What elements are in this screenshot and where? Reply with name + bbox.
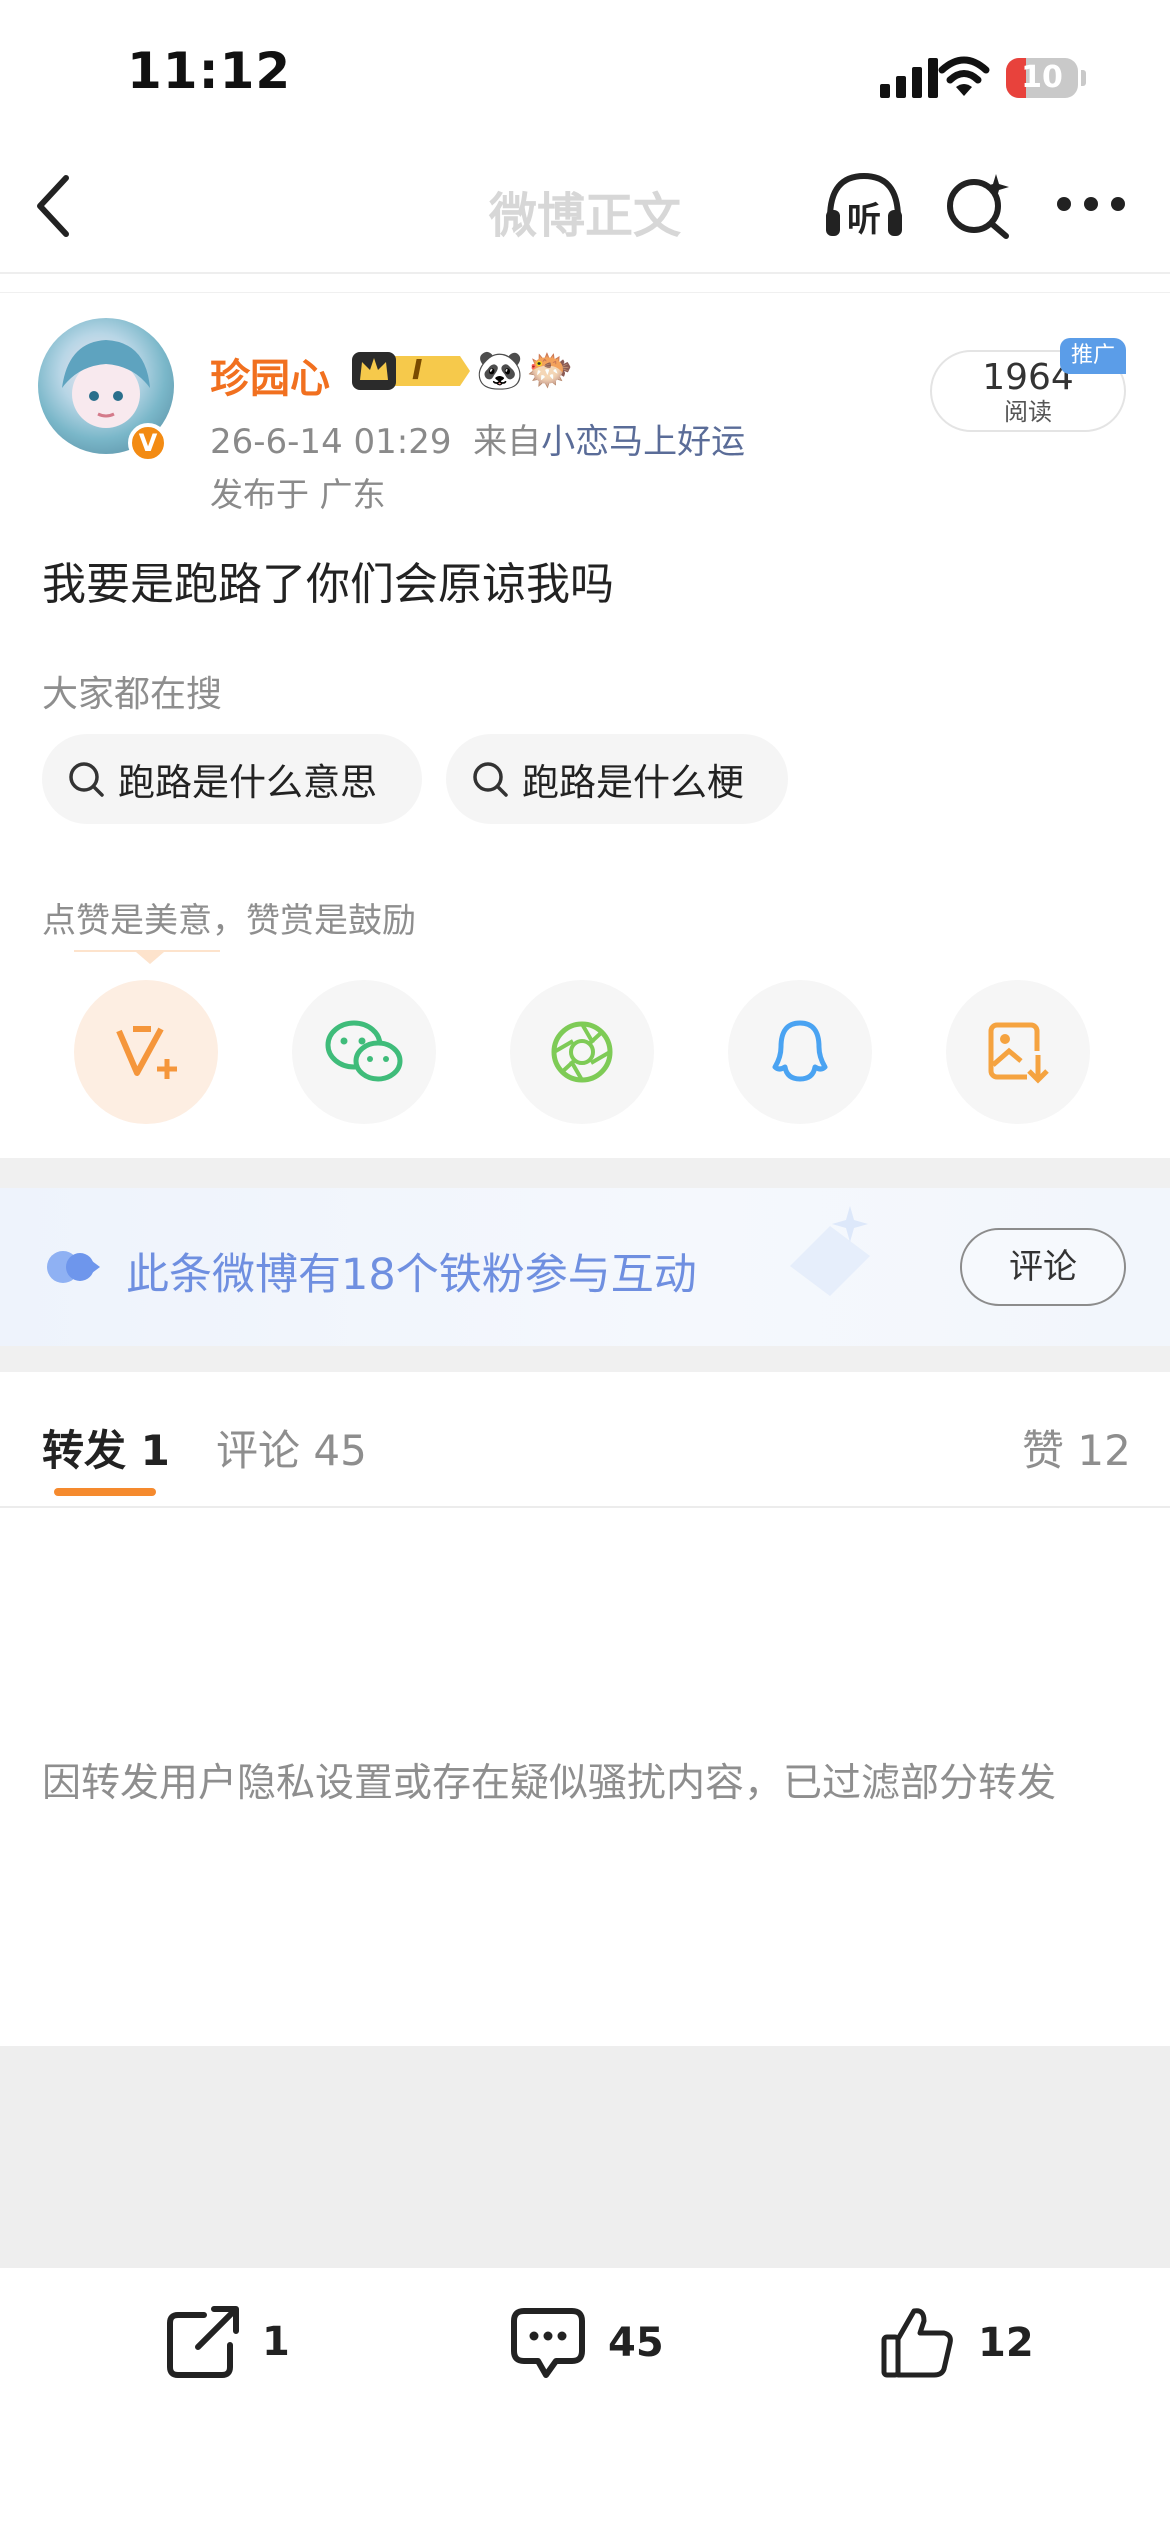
search-icon	[69, 762, 104, 797]
share-qq-button[interactable]	[728, 980, 872, 1124]
tab-like[interactable]: 赞 12	[1022, 1417, 1131, 1478]
share-wechat-button[interactable]	[292, 980, 436, 1124]
section-gap	[0, 1158, 1170, 1188]
source-prefix: 来自	[473, 422, 542, 462]
repost-count: 1	[262, 2319, 290, 2365]
wechat-icon	[325, 1020, 403, 1082]
listen-button[interactable]: 听	[822, 170, 906, 240]
hot-search-chip[interactable]: 跑路是什么梗	[446, 734, 788, 824]
repost-icon	[167, 2306, 239, 2378]
battery-indicator: 10	[1006, 58, 1078, 98]
v-plus-icon	[116, 1026, 177, 1079]
filtered-repost-note: 因转发用户隐私设置或存在疑似骚扰内容，已过滤部分转发	[42, 1761, 1057, 1806]
nav-divider-secondary	[0, 292, 1170, 293]
fans-banner-text: 此条微博有18个铁粉参与互动	[126, 1250, 697, 1300]
active-tab-indicator	[54, 1488, 156, 1496]
status-time: 11:12	[127, 42, 292, 100]
vip-badge[interactable]: I	[352, 350, 470, 392]
tab-repost[interactable]: 转发 1	[42, 1417, 170, 1478]
hot-search-label: 大家都在搜	[42, 674, 223, 715]
hot-search-chip-label: 跑路是什么意思	[118, 761, 377, 804]
panda-icon: 🐼	[476, 348, 524, 392]
hot-search-chip-label: 跑路是什么梗	[522, 761, 744, 804]
author-name[interactable]: 珍园心	[210, 346, 330, 404]
battery-nub	[1081, 70, 1086, 86]
signal-icon	[880, 58, 938, 98]
vip-level: I	[412, 353, 423, 386]
banner-decoration	[790, 1206, 870, 1296]
fans-comment-button[interactable]: 评论	[960, 1228, 1126, 1306]
post-content: 我要是跑路了你们会原谅我吗	[42, 559, 614, 610]
verified-badge: V	[128, 423, 168, 463]
post-source[interactable]: 小恋马上好运	[541, 422, 745, 462]
search-spark-icon[interactable]	[944, 170, 1014, 240]
reward-label: 点赞是美意，赞赏是鼓励	[42, 901, 416, 941]
tab-comment[interactable]: 评论 45	[216, 1417, 367, 1478]
crown-vip-icon	[352, 352, 470, 390]
save-image-button[interactable]	[946, 980, 1090, 1124]
reward-pointer	[136, 952, 164, 964]
search-icon	[473, 762, 508, 797]
fans-icon	[47, 1251, 100, 1283]
tab-divider	[0, 1506, 1170, 1508]
repost-button[interactable]: 1	[164, 2305, 290, 2379]
nav-divider	[0, 272, 1170, 274]
reward-button[interactable]	[74, 980, 218, 1124]
section-gap	[0, 1346, 1170, 1372]
moments-aperture-icon	[551, 1021, 613, 1083]
post-location: 发布于 广东	[210, 475, 386, 514]
more-icon[interactable]	[1056, 194, 1126, 214]
battery-level: 10	[1021, 60, 1063, 95]
image-download-icon	[988, 1022, 1049, 1084]
hot-search-chip[interactable]: 跑路是什么意思	[42, 734, 422, 824]
like-button[interactable]: 12	[880, 2305, 1034, 2381]
promo-tag: 推广	[1060, 338, 1126, 374]
comment-icon	[511, 2308, 585, 2378]
share-moments-button[interactable]	[510, 980, 654, 1124]
post-time: 26-6-14 01:29	[210, 422, 452, 462]
post-meta: 26-6-14 01:29 来自小恋马上好运	[210, 414, 745, 463]
empty-area	[0, 2046, 1170, 2268]
comment-count: 45	[608, 2320, 664, 2366]
comment-button[interactable]: 45	[510, 2305, 664, 2381]
like-count: 12	[978, 2320, 1034, 2366]
qq-penguin-icon	[772, 1020, 828, 1082]
read-count-label: 阅读	[1004, 398, 1052, 426]
listen-label: 听	[847, 200, 881, 240]
fish-icon: 🐡	[526, 348, 574, 392]
thumbs-up-icon	[881, 2308, 953, 2378]
wifi-icon	[938, 56, 990, 96]
